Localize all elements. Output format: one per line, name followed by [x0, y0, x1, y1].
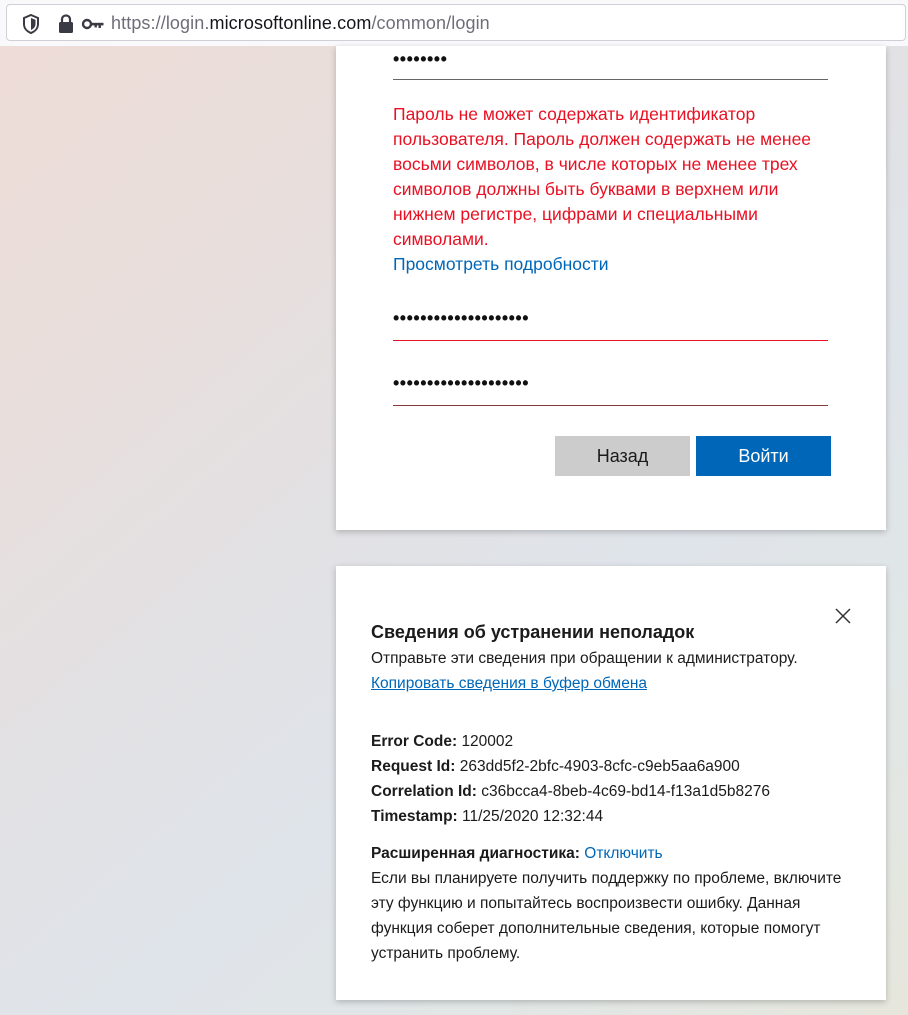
password-error-message: Пароль не может содержать идентификатор …	[393, 104, 812, 249]
error-code-row: Error Code: 120002	[371, 733, 513, 751]
tracking-protection-shield-icon[interactable]	[21, 13, 41, 35]
key-icon[interactable]	[81, 15, 105, 33]
lock-icon[interactable]	[57, 13, 75, 35]
address-field[interactable]: https://login.microsoftonline.com/common…	[6, 4, 906, 41]
request-id-row: Request Id: 263dd5f2-2bfc-4903-8cfc-c9eb…	[371, 758, 740, 776]
sign-in-button[interactable]: Войти	[696, 436, 831, 476]
current-password-field[interactable]: ••••••••	[393, 44, 828, 78]
timestamp-value: 11/25/2020 12:32:44	[462, 808, 604, 825]
url-prefix: https://login.	[111, 13, 210, 33]
troubleshooting-title: Сведения об устранении неполадок	[371, 622, 695, 642]
confirm-password-underline	[393, 405, 828, 406]
advanced-diagnostics-row: Расширенная диагностика: Отключить	[371, 845, 663, 863]
timestamp-row: Timestamp: 11/25/2020 12:32:44	[371, 808, 603, 826]
timestamp-label: Timestamp:	[371, 808, 458, 825]
copy-to-clipboard-link[interactable]: Копировать сведения в буфер обмена	[371, 675, 647, 693]
correlation-id-label: Correlation Id:	[371, 783, 477, 800]
troubleshooting-subtitle: Отправьте эти сведения при обращении к а…	[371, 650, 798, 667]
advanced-diagnostics-label: Расширенная диагностика:	[371, 845, 580, 862]
advanced-diagnostics-description: Если вы планируете получить поддержку по…	[371, 870, 842, 962]
new-password-field[interactable]: ••••••••••••••••••••	[393, 303, 828, 337]
url-host: microsoftonline.com	[209, 13, 372, 33]
correlation-id-row: Correlation Id: c36bcca4-8beb-4c69-bd14-…	[371, 783, 770, 801]
request-id-value: 263dd5f2-2bfc-4903-8cfc-c9eb5aa6a900	[459, 758, 740, 775]
correlation-id-value: c36bcca4-8beb-4c69-bd14-f13a1d5b8276	[481, 783, 770, 800]
new-password-underline	[393, 340, 828, 341]
current-password-underline	[393, 79, 828, 80]
confirm-password-field[interactable]: ••••••••••••••••••••	[393, 368, 828, 402]
password-card: •••••••• Пароль не может содержать идент…	[336, 46, 886, 530]
back-button[interactable]: Назад	[555, 436, 690, 476]
url-text[interactable]: https://login.microsoftonline.com/common…	[111, 13, 490, 34]
view-details-link[interactable]: Просмотреть подробности	[393, 252, 609, 277]
error-code-label: Error Code:	[371, 733, 458, 750]
error-code-value: 120002	[461, 733, 514, 750]
url-path: /common/login	[371, 13, 490, 33]
close-icon[interactable]	[833, 606, 853, 626]
troubleshooting-card: Сведения об устранении неполадок Отправь…	[336, 566, 886, 1000]
disable-diagnostics-link[interactable]: Отключить	[584, 845, 662, 862]
browser-url-bar: https://login.microsoftonline.com/common…	[0, 0, 908, 46]
request-id-label: Request Id:	[371, 758, 456, 775]
